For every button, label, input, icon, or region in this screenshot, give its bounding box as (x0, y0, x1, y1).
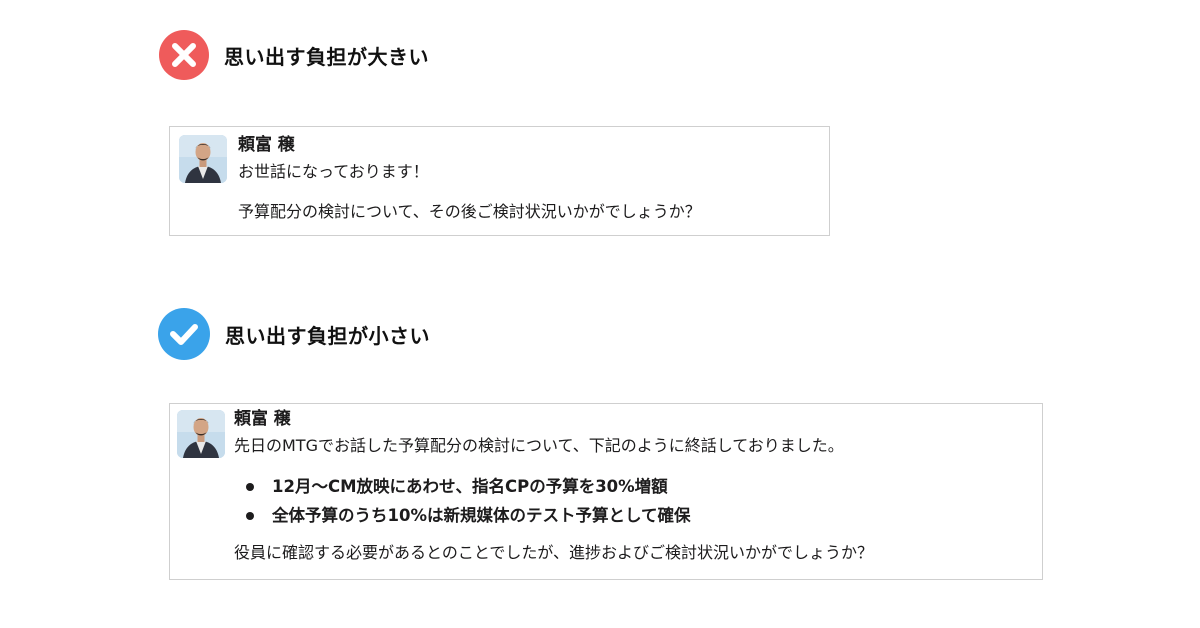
message-text-greeting: お世話になっております！ (238, 162, 429, 181)
chat-message-good: 頼富 穣 先日のMTGでお話した予算配分の検討について、下記のように終話しており… (169, 403, 1043, 580)
list-item-text: 全体予算のうち10%は新規媒体のテスト予算として確保 (272, 506, 691, 525)
bullet-list: 12月〜CM放映にあわせ、指名CPの予算を30%増額 全体予算のうち10%は新規… (234, 472, 873, 530)
x-circle-icon (159, 30, 209, 80)
bad-example-title: 思い出す負担が大きい (224, 44, 429, 69)
sender-name[interactable]: 頼富 穣 (238, 133, 701, 157)
message-body: 頼富 穣 先日のMTGでお話した予算配分の検討について、下記のように終話しており… (234, 407, 873, 565)
message-text-question: 役員に確認する必要があるとのことでしたが、進捗およびご検討状況いかがでしょうか？ (234, 543, 874, 562)
check-circle-icon (158, 308, 210, 360)
list-item: 全体予算のうち10%は新規媒体のテスト予算として確保 (234, 501, 873, 530)
message-body: 頼富 穣 お世話になっております！ 予算配分の検討について、その後ご検討状況いか… (238, 133, 701, 224)
message-text-question: 予算配分の検討について、その後ご検討状況いかがでしょうか？ (238, 202, 701, 221)
avatar[interactable] (179, 135, 227, 183)
message-text-context: 先日のMTGでお話した予算配分の検討について、下記のように終話しておりました。 (234, 436, 844, 455)
chat-message-bad: 頼富 穣 お世話になっております！ 予算配分の検討について、その後ご検討状況いか… (169, 126, 830, 236)
list-item-text: 12月〜CM放映にあわせ、指名CPの予算を30%増額 (272, 477, 668, 496)
bad-example-heading: 思い出す負担が大きい (159, 30, 429, 80)
bullet-icon (246, 482, 254, 491)
sender-name[interactable]: 頼富 穣 (234, 407, 873, 431)
good-example-heading: 思い出す負担が小さい (158, 308, 430, 360)
bullet-icon (246, 511, 254, 520)
avatar[interactable] (177, 410, 225, 458)
good-example-title: 思い出す負担が小さい (225, 323, 430, 348)
list-item: 12月〜CM放映にあわせ、指名CPの予算を30%増額 (234, 472, 873, 501)
